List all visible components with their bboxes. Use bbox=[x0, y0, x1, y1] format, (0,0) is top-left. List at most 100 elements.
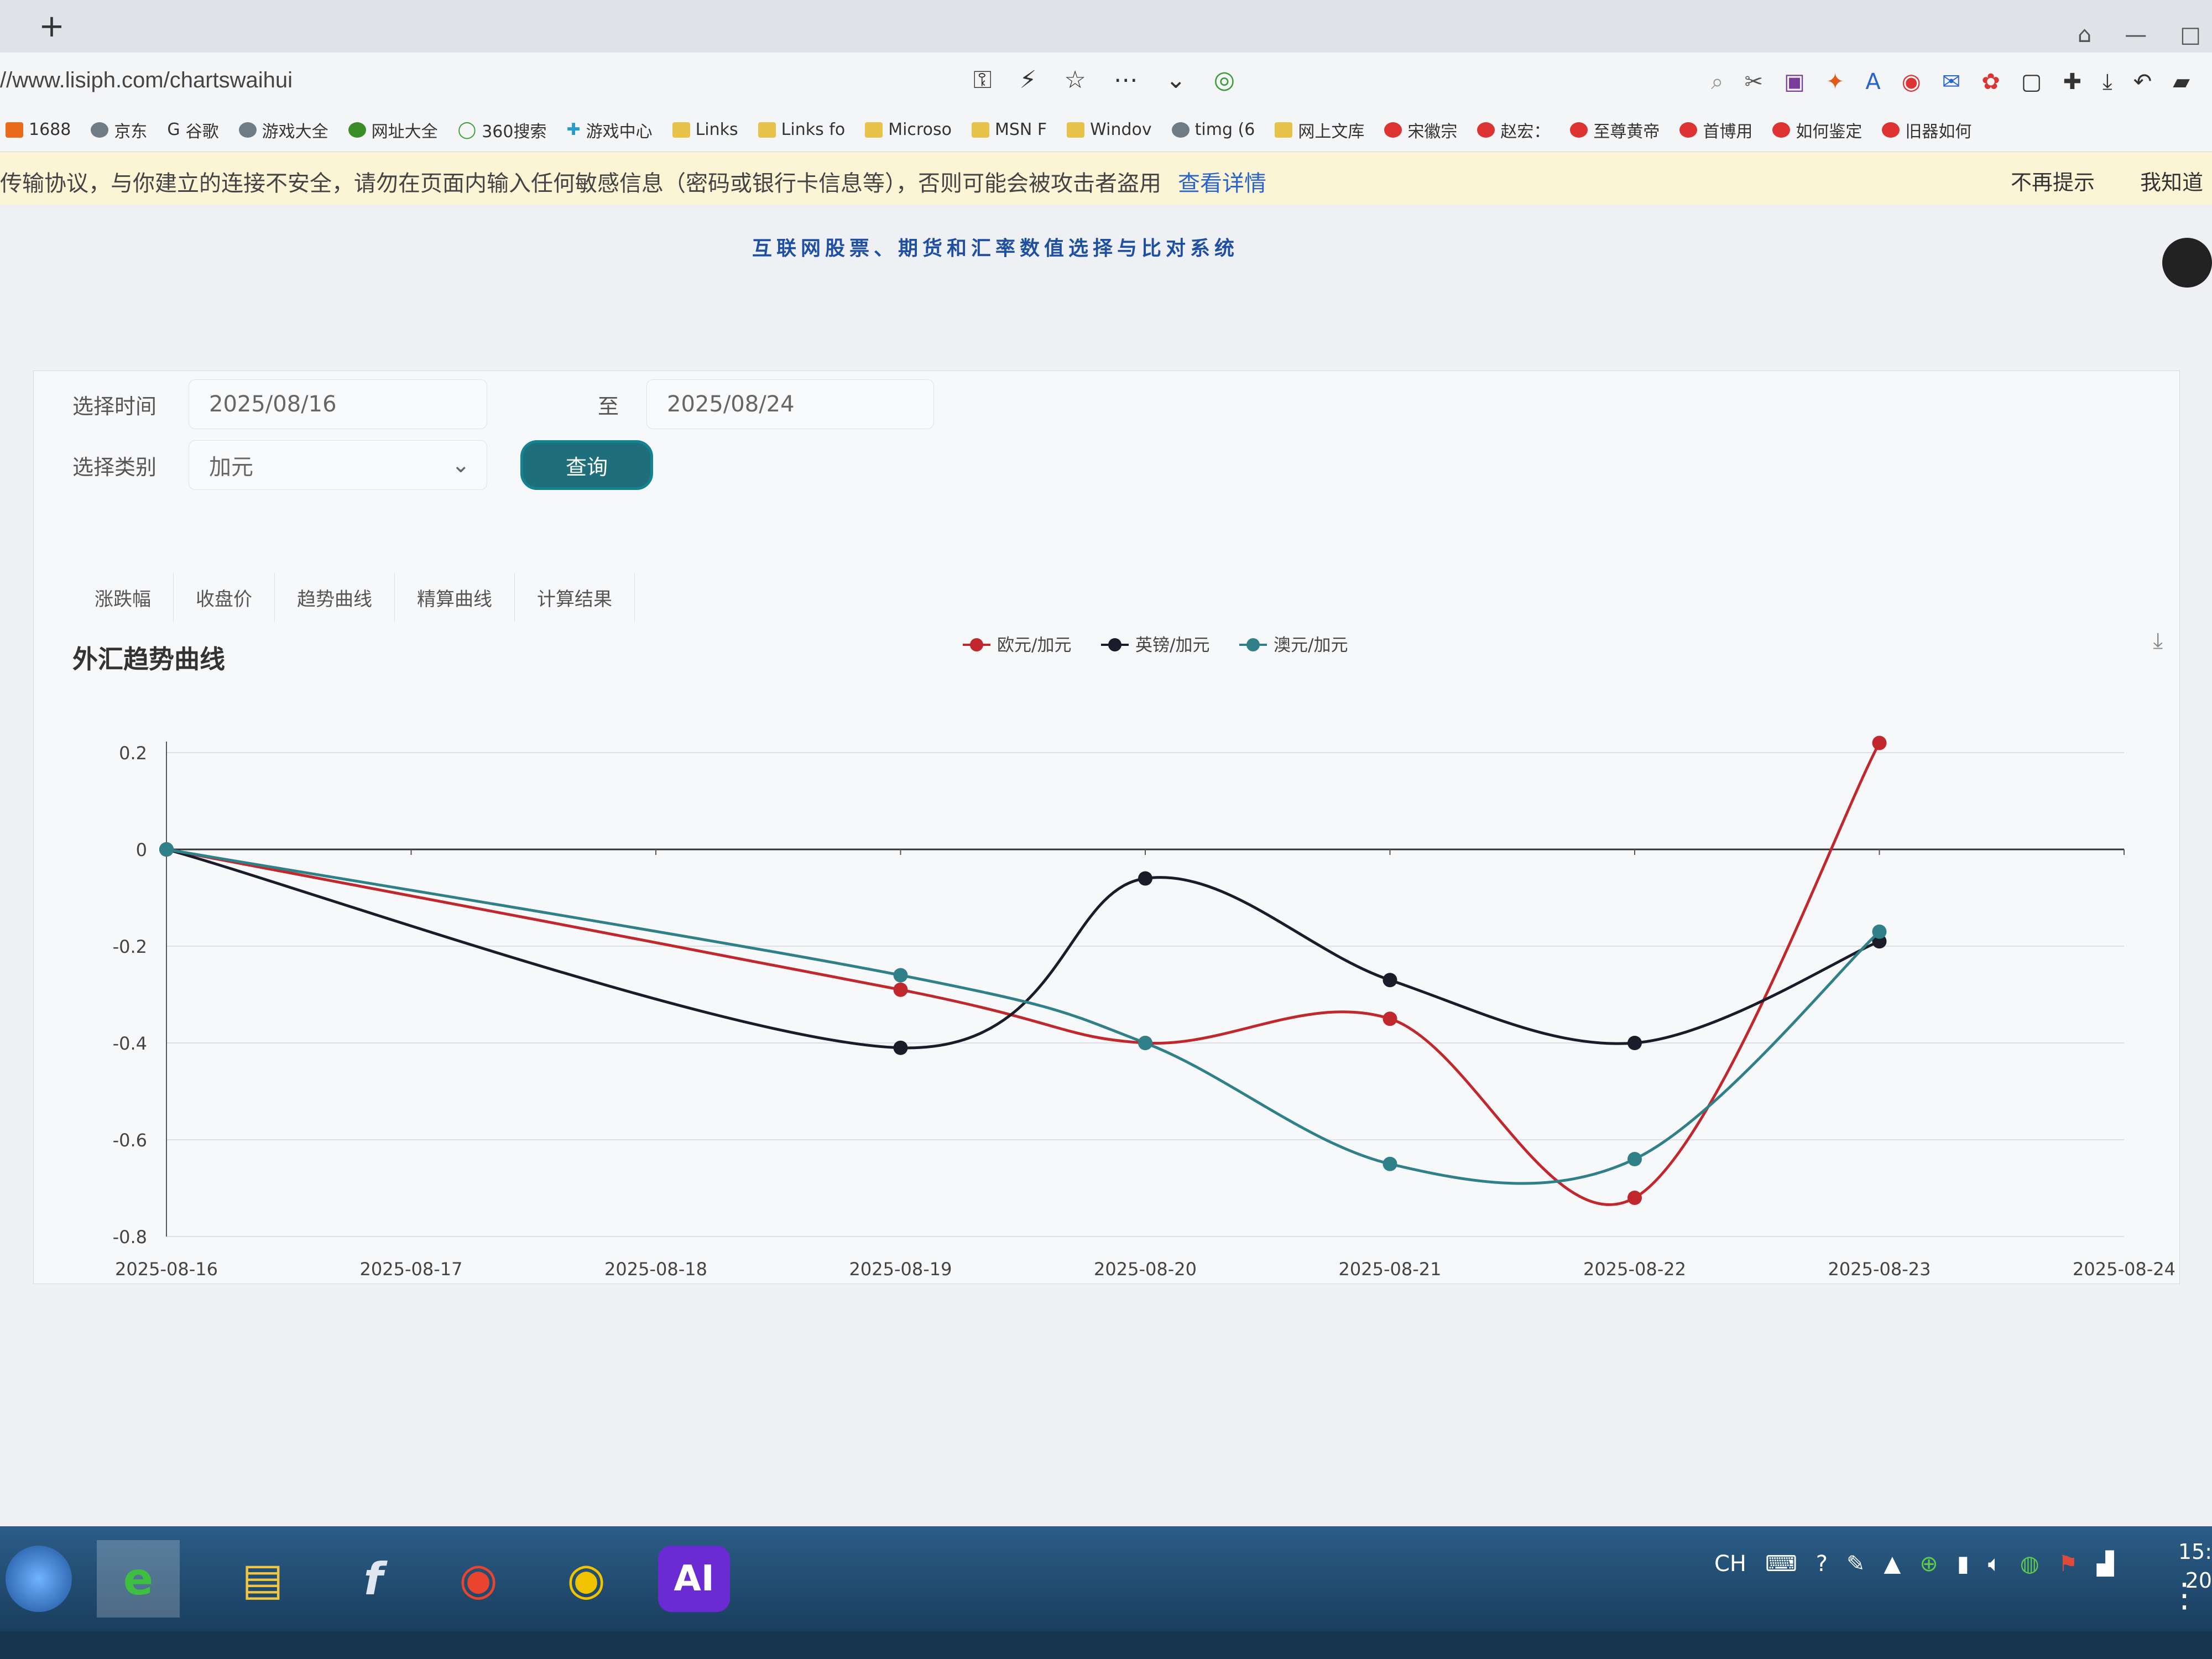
flash-icon[interactable]: f bbox=[332, 1540, 415, 1618]
x-tick-label: 2025-08-16 bbox=[115, 1259, 218, 1280]
weibo-icon[interactable]: ◉ bbox=[1902, 69, 1921, 95]
bookmark-games[interactable]: 游戏大全 bbox=[238, 118, 328, 142]
mail-icon[interactable]: ✉ bbox=[1942, 69, 1961, 95]
game-icon[interactable]: ✦ bbox=[1826, 69, 1845, 95]
bookmark-weibo-5[interactable]: 如何鉴定 bbox=[1772, 118, 1862, 142]
ai-app-icon[interactable]: AI bbox=[658, 1546, 730, 1612]
globe-icon bbox=[91, 122, 109, 138]
bookmark-links[interactable]: Links bbox=[672, 120, 738, 139]
more-options-icon[interactable]: ⋮ bbox=[2168, 1576, 2201, 1615]
bookmark-msn[interactable]: MSN F bbox=[971, 120, 1047, 139]
file-explorer-icon[interactable]: ▤ bbox=[221, 1540, 304, 1618]
warning-details-link[interactable]: 查看详情 bbox=[1178, 171, 1266, 196]
network-app-icon[interactable]: ◍ bbox=[2020, 1551, 2039, 1577]
help-icon[interactable]: ? bbox=[1816, 1551, 1828, 1577]
extension-icon[interactable]: ▣ bbox=[1784, 69, 1805, 95]
bookmark-jd[interactable]: 京东 bbox=[91, 118, 147, 142]
briefcase-icon[interactable]: ▰ bbox=[2173, 69, 2190, 95]
bookmark-weibo-1[interactable]: 宋徽宗 bbox=[1384, 118, 1457, 142]
bookmark-url-directory[interactable]: 网址大全 bbox=[348, 118, 438, 142]
scissors-icon[interactable]: ✂ bbox=[1745, 69, 1764, 95]
taskbar-strip: e ▤ f ◉ ◉ AI CH ⌨ ? ✎ ▲ ⊕ ▮ 🔈︎ ◍ ⚑ ▟ 15:… bbox=[0, 1526, 2212, 1631]
bookmark-library[interactable]: 网上文库 bbox=[1275, 118, 1364, 142]
screenshot-icon[interactable]: ▢ bbox=[2021, 69, 2042, 95]
apps-icon[interactable]: ✿ bbox=[1981, 69, 2000, 95]
acknowledge-button[interactable]: 我知道 bbox=[2131, 163, 2212, 198]
star-icon[interactable]: ☆ bbox=[1064, 66, 1086, 94]
avatar[interactable] bbox=[2162, 238, 2212, 288]
key-icon[interactable]: ⚿ bbox=[973, 66, 992, 94]
bookmark-windows[interactable]: Windov bbox=[1067, 120, 1152, 139]
query-panel: 选择时间 2025/08/16 至 2025/08/24 选择类别 加元 ⌄ 查… bbox=[33, 371, 2180, 1284]
chrome-alt-icon[interactable]: ◉ bbox=[545, 1540, 628, 1618]
globe-icon bbox=[348, 122, 366, 138]
security-icon[interactable]: ⊕ bbox=[1919, 1551, 1938, 1577]
series-point bbox=[893, 982, 908, 997]
tray-expand-icon[interactable]: ▲ bbox=[1884, 1551, 1901, 1577]
more-icon[interactable]: ⋯ bbox=[1114, 66, 1138, 94]
bookmark-microsoft[interactable]: Microso bbox=[865, 120, 952, 139]
plus-icon: ✚ bbox=[566, 120, 581, 139]
bookmark-links-fo[interactable]: Links fo bbox=[758, 120, 845, 139]
bookmark-weibo-2[interactable]: 赵宏： bbox=[1477, 118, 1550, 142]
series-point bbox=[1872, 924, 1887, 939]
y-tick-label: 0 bbox=[136, 839, 147, 860]
undo-icon[interactable]: ↶ bbox=[2133, 69, 2152, 95]
start-button[interactable] bbox=[6, 1546, 72, 1612]
volume-icon[interactable]: 🔈︎ bbox=[1988, 1551, 2001, 1577]
warning-actions: 不再提示 我知道 bbox=[2002, 163, 2212, 198]
bookmark-weibo-3[interactable]: 至尊黄帝 bbox=[1570, 118, 1660, 142]
puzzle-icon[interactable]: ✚ bbox=[2063, 69, 2082, 95]
battery-icon[interactable]: ▮ bbox=[1957, 1551, 1969, 1577]
x-tick-label: 2025-08-19 bbox=[849, 1259, 952, 1280]
legend-label: 欧元/加元 bbox=[997, 635, 1071, 655]
maximize-icon[interactable]: □ bbox=[2180, 22, 2201, 48]
flag-icon[interactable]: ⚑ bbox=[2058, 1551, 2078, 1577]
lightning-icon[interactable]: ⚡ bbox=[1019, 66, 1036, 94]
new-tab-button[interactable]: + bbox=[39, 11, 65, 42]
trend-chart: 欧元/加元 英镑/加元 澳元/加元 0.2 0 -0.2 -0.4 -0.6 -0.8 202… bbox=[113, 635, 2176, 1280]
x-tick-label: 2025-08-24 bbox=[2073, 1259, 2176, 1280]
ime-indicator[interactable]: CH bbox=[1714, 1551, 1746, 1577]
download-icon[interactable]: ⤓ bbox=[2103, 69, 2112, 95]
chart-legend: 欧元/加元 英镑/加元 澳元/加元 bbox=[963, 635, 1348, 655]
y-axis: 0.2 0 -0.2 -0.4 -0.6 -0.8 bbox=[113, 742, 167, 1248]
series-point bbox=[159, 842, 174, 857]
warning-text: 传输协议，与你建立的连接不安全，请勿在页面内输入任何敏感信息（密码或银行卡信息等… bbox=[0, 171, 1266, 196]
minimize-icon[interactable]: — bbox=[2125, 22, 2147, 48]
chevron-down-icon[interactable]: ⌄ bbox=[1166, 66, 1186, 94]
bookmark-google[interactable]: G 谷歌 bbox=[167, 118, 218, 142]
dont-show-again-button[interactable]: 不再提示 bbox=[2002, 163, 2104, 198]
shirt-icon[interactable]: ⌂ bbox=[2078, 22, 2091, 48]
signal-icon[interactable]: ▟ bbox=[2097, 1551, 2114, 1577]
chrome-icon[interactable]: ◉ bbox=[437, 1540, 520, 1618]
bookmark-360[interactable]: ◯ 360搜索 bbox=[458, 118, 547, 142]
font-icon[interactable]: A bbox=[1865, 69, 1880, 95]
bookmark-game-center[interactable]: ✚ 游戏中心 bbox=[566, 118, 652, 142]
weibo-icon bbox=[1477, 122, 1495, 138]
x-axis: 2025-08-16 2025-08-17 2025-08-18 2025-08-19… bbox=[115, 849, 2176, 1280]
bookmark-weibo-6[interactable]: 旧器如何 bbox=[1882, 118, 1971, 142]
url-input[interactable]: //www.lisiph.com/chartswaihui bbox=[0, 68, 293, 93]
bookmark-timg[interactable]: timg (6 bbox=[1171, 120, 1255, 139]
ie-browser-icon[interactable]: e bbox=[97, 1540, 180, 1618]
system-tray: CH ⌨ ? ✎ ▲ ⊕ ▮ 🔈︎ ◍ ⚑ ▟ bbox=[1714, 1551, 2114, 1577]
series-point bbox=[1383, 1156, 1397, 1171]
bookmark-icon bbox=[6, 122, 23, 138]
search-engine-icon[interactable]: ◎ bbox=[1214, 66, 1235, 94]
folder-icon bbox=[758, 122, 776, 138]
x-tick-label: 2025-08-21 bbox=[1339, 1259, 1442, 1280]
y-tick-label: -0.4 bbox=[113, 1033, 147, 1054]
x-tick-label: 2025-08-20 bbox=[1094, 1259, 1197, 1280]
keyboard-icon[interactable]: ⌨ bbox=[1765, 1551, 1797, 1577]
series-point bbox=[1627, 1191, 1642, 1205]
y-tick-label: -0.2 bbox=[113, 936, 147, 957]
search-icon[interactable]: ⌕ bbox=[1711, 69, 1723, 95]
legend-marker bbox=[1246, 638, 1260, 651]
bookmark-1688[interactable]: 1688 bbox=[6, 120, 71, 139]
chart-series bbox=[159, 735, 1887, 1206]
bookmark-weibo-4[interactable]: 首博用 bbox=[1679, 118, 1752, 142]
pen-icon[interactable]: ✎ bbox=[1846, 1551, 1865, 1577]
x-tick-label: 2025-08-22 bbox=[1583, 1259, 1686, 1280]
browser-tab-bar: + ⌂ — □ bbox=[0, 0, 2212, 53]
